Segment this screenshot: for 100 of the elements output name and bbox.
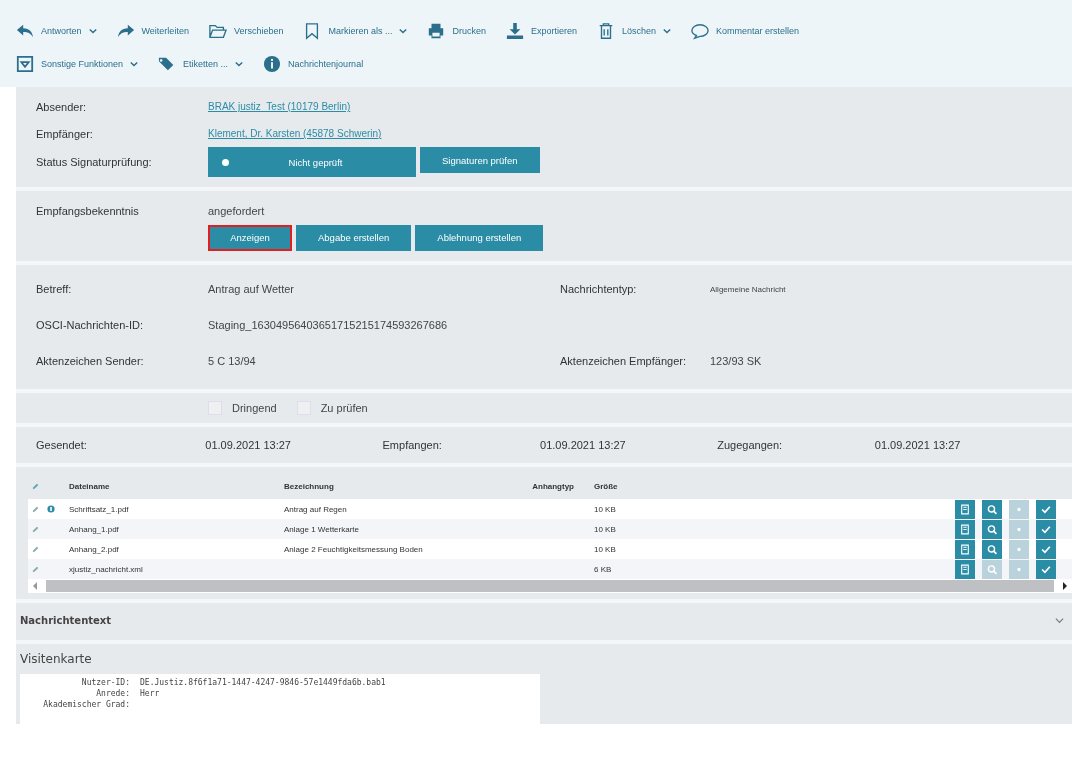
table-cell-text: Schriftsatz_1.pdf: [68, 504, 130, 514]
check-button[interactable]: [1036, 559, 1056, 579]
section-title: Visitenkarte: [20, 652, 93, 666]
toolbar-button[interactable]: Exportieren: [506, 21, 577, 40]
card-label: Anrede:: [95, 688, 131, 699]
pencil-icon[interactable]: [32, 545, 39, 553]
field-label: OSCI-Nachrichten-ID:: [36, 319, 144, 331]
search-button[interactable]: [982, 539, 1002, 559]
scrollbar[interactable]: [46, 580, 1054, 592]
toolbar-button[interactable]: Etiketten ...: [158, 54, 244, 73]
scroll-right-icon[interactable]: [1062, 582, 1068, 590]
pencil-icon[interactable]: [32, 525, 39, 533]
toolbar-button[interactable]: Antworten: [16, 21, 97, 40]
table-cell-text: Anhang_2.pdf: [68, 544, 120, 554]
field-value: 01.09.2021 13:27: [205, 439, 292, 451]
toolbar-button[interactable]: Kommentar erstellen: [691, 21, 800, 40]
card-label: Nutzer-ID:: [80, 677, 131, 688]
table-row[interactable]: xjustiz_nachricht.xml 6 KB: [28, 559, 1072, 579]
checkbox-label: Dringend: [232, 402, 277, 414]
download-icon: [506, 21, 524, 40]
receipt-button[interactable]: Abgabe erstellen: [296, 224, 412, 251]
recipient-link[interactable]: Klement, Dr. Karsten (45878 Schwerin): [208, 128, 382, 139]
chevron-icon[interactable]: [1055, 616, 1064, 625]
toolbar-button[interactable]: Drucken: [427, 21, 486, 40]
comment-icon: [691, 21, 710, 40]
checkmark-icon: [1040, 523, 1052, 535]
field-value: angefordert: [208, 204, 265, 217]
table-cell-text: Anlage 2 Feuchtigkeitsmessung Boden: [284, 544, 424, 554]
toolbar-button[interactable]: Nachrichtenjournal: [263, 54, 364, 73]
document-icon: [959, 563, 971, 575]
field-label: Empfangsbekenntnis: [36, 204, 140, 217]
pencil-icon[interactable]: [32, 565, 39, 573]
field-value: Allgemeine Nachricht: [710, 284, 786, 294]
caret-icon: [88, 26, 97, 35]
toolbar-button[interactable]: Löschen: [597, 21, 672, 40]
document-button[interactable]: [955, 559, 975, 579]
field-label: Empfänger:: [36, 127, 94, 140]
table-row[interactable]: Anhang_2.pdf Anlage 2 Feuchtigkeitsmessung Boden 10 KB: [28, 539, 1072, 559]
table-row[interactable]: Schriftsatz_1.pdf Antrag auf Regen 10 KB: [28, 499, 1072, 519]
field-label: Status Signaturprüfung:: [36, 156, 153, 168]
field-label: Betreff:: [36, 283, 73, 295]
field-label: Absender:: [36, 100, 88, 113]
field-label: Zugegangen:: [717, 439, 784, 451]
toolbar-button[interactable]: Markieren als ...: [303, 21, 408, 40]
table-cell-text: 10 KB: [594, 544, 617, 554]
search-icon: [986, 563, 998, 575]
field-label: Aktenzeichen Sender:: [36, 355, 145, 367]
table-row[interactable]: Anhang_1.pdf Anlage 1 Wetterkarte 10 KB: [28, 519, 1072, 539]
table-cell-text: 10 KB: [594, 524, 617, 534]
column-header[interactable]: Dateiname: [59, 481, 284, 491]
check-signatures-button[interactable]: Signaturen prüfen: [420, 147, 540, 173]
search-icon: [986, 503, 998, 515]
document-icon: [959, 543, 971, 555]
caret-icon: [235, 59, 244, 68]
search-button[interactable]: [982, 499, 1002, 519]
field-label: Aktenzeichen Empfänger:: [560, 355, 687, 367]
table-cell-text: 6 KB: [594, 564, 613, 574]
scroll-left-icon[interactable]: [32, 582, 38, 590]
box-icon: [16, 54, 34, 73]
toolbar-button[interactable]: Verschieben: [208, 21, 284, 40]
sender-link[interactable]: BRAK justiz_Test (10179 Berlin): [208, 101, 351, 112]
receipt-button[interactable]: Anzeigen: [208, 224, 292, 251]
field-value: 123/93 SK: [710, 355, 762, 367]
table-cell-text: Antrag auf Regen: [284, 504, 348, 514]
table-cell-text: Anlage 1 Wetterkarte: [284, 524, 360, 534]
column-header[interactable]: Anhangtyp: [494, 481, 594, 491]
print-icon: [427, 21, 446, 40]
receipt-button[interactable]: Ablehnung erstellen: [415, 224, 544, 251]
search-icon: [986, 523, 998, 535]
field-value: 01.09.2021 13:27: [874, 439, 962, 451]
table-cell-text: Anhang_1.pdf: [68, 524, 120, 534]
card-value: Herr: [140, 688, 160, 699]
field-value: 5 C 13/94: [208, 355, 257, 367]
card-label: Akademischer Grad:: [42, 699, 131, 710]
table-cell-text: 10 KB: [594, 504, 617, 514]
checkmark-icon: [1040, 543, 1052, 555]
toolbar-button[interactable]: Weiterleiten: [116, 21, 189, 40]
checkbox-label: Zu prüfen: [320, 402, 368, 414]
column-header[interactable]: Größe: [594, 481, 674, 491]
trash-icon: [597, 21, 615, 40]
toolbar-button[interactable]: Sonstige Funktionen: [16, 54, 139, 73]
check-button[interactable]: [1036, 539, 1056, 559]
signature-status: Nicht geprüft: [208, 147, 416, 177]
card-value: DE.Justiz.8f6f1a71-1447-4247-9846-57e1449fda6b.bab1: [140, 677, 386, 688]
search-icon: [986, 543, 998, 555]
check-button[interactable]: [1036, 499, 1056, 519]
checkmark-icon: [1040, 563, 1052, 575]
document-button[interactable]: [955, 519, 975, 539]
search-button[interactable]: [982, 519, 1002, 539]
field-label: Empfangen:: [382, 439, 443, 451]
info-icon: [263, 54, 282, 73]
pencil-icon[interactable]: [32, 505, 39, 513]
caret-icon: [663, 26, 672, 35]
section-title[interactable]: Nachrichtentext: [20, 615, 112, 626]
column-header[interactable]: Bezeichnung: [284, 481, 494, 491]
field-value: Staging_16304956403651715215174593267686: [208, 319, 449, 331]
field-value: 01.09.2021 13:27: [540, 439, 627, 451]
check-button[interactable]: [1036, 519, 1056, 539]
document-button[interactable]: [955, 499, 975, 519]
document-button[interactable]: [955, 539, 975, 559]
